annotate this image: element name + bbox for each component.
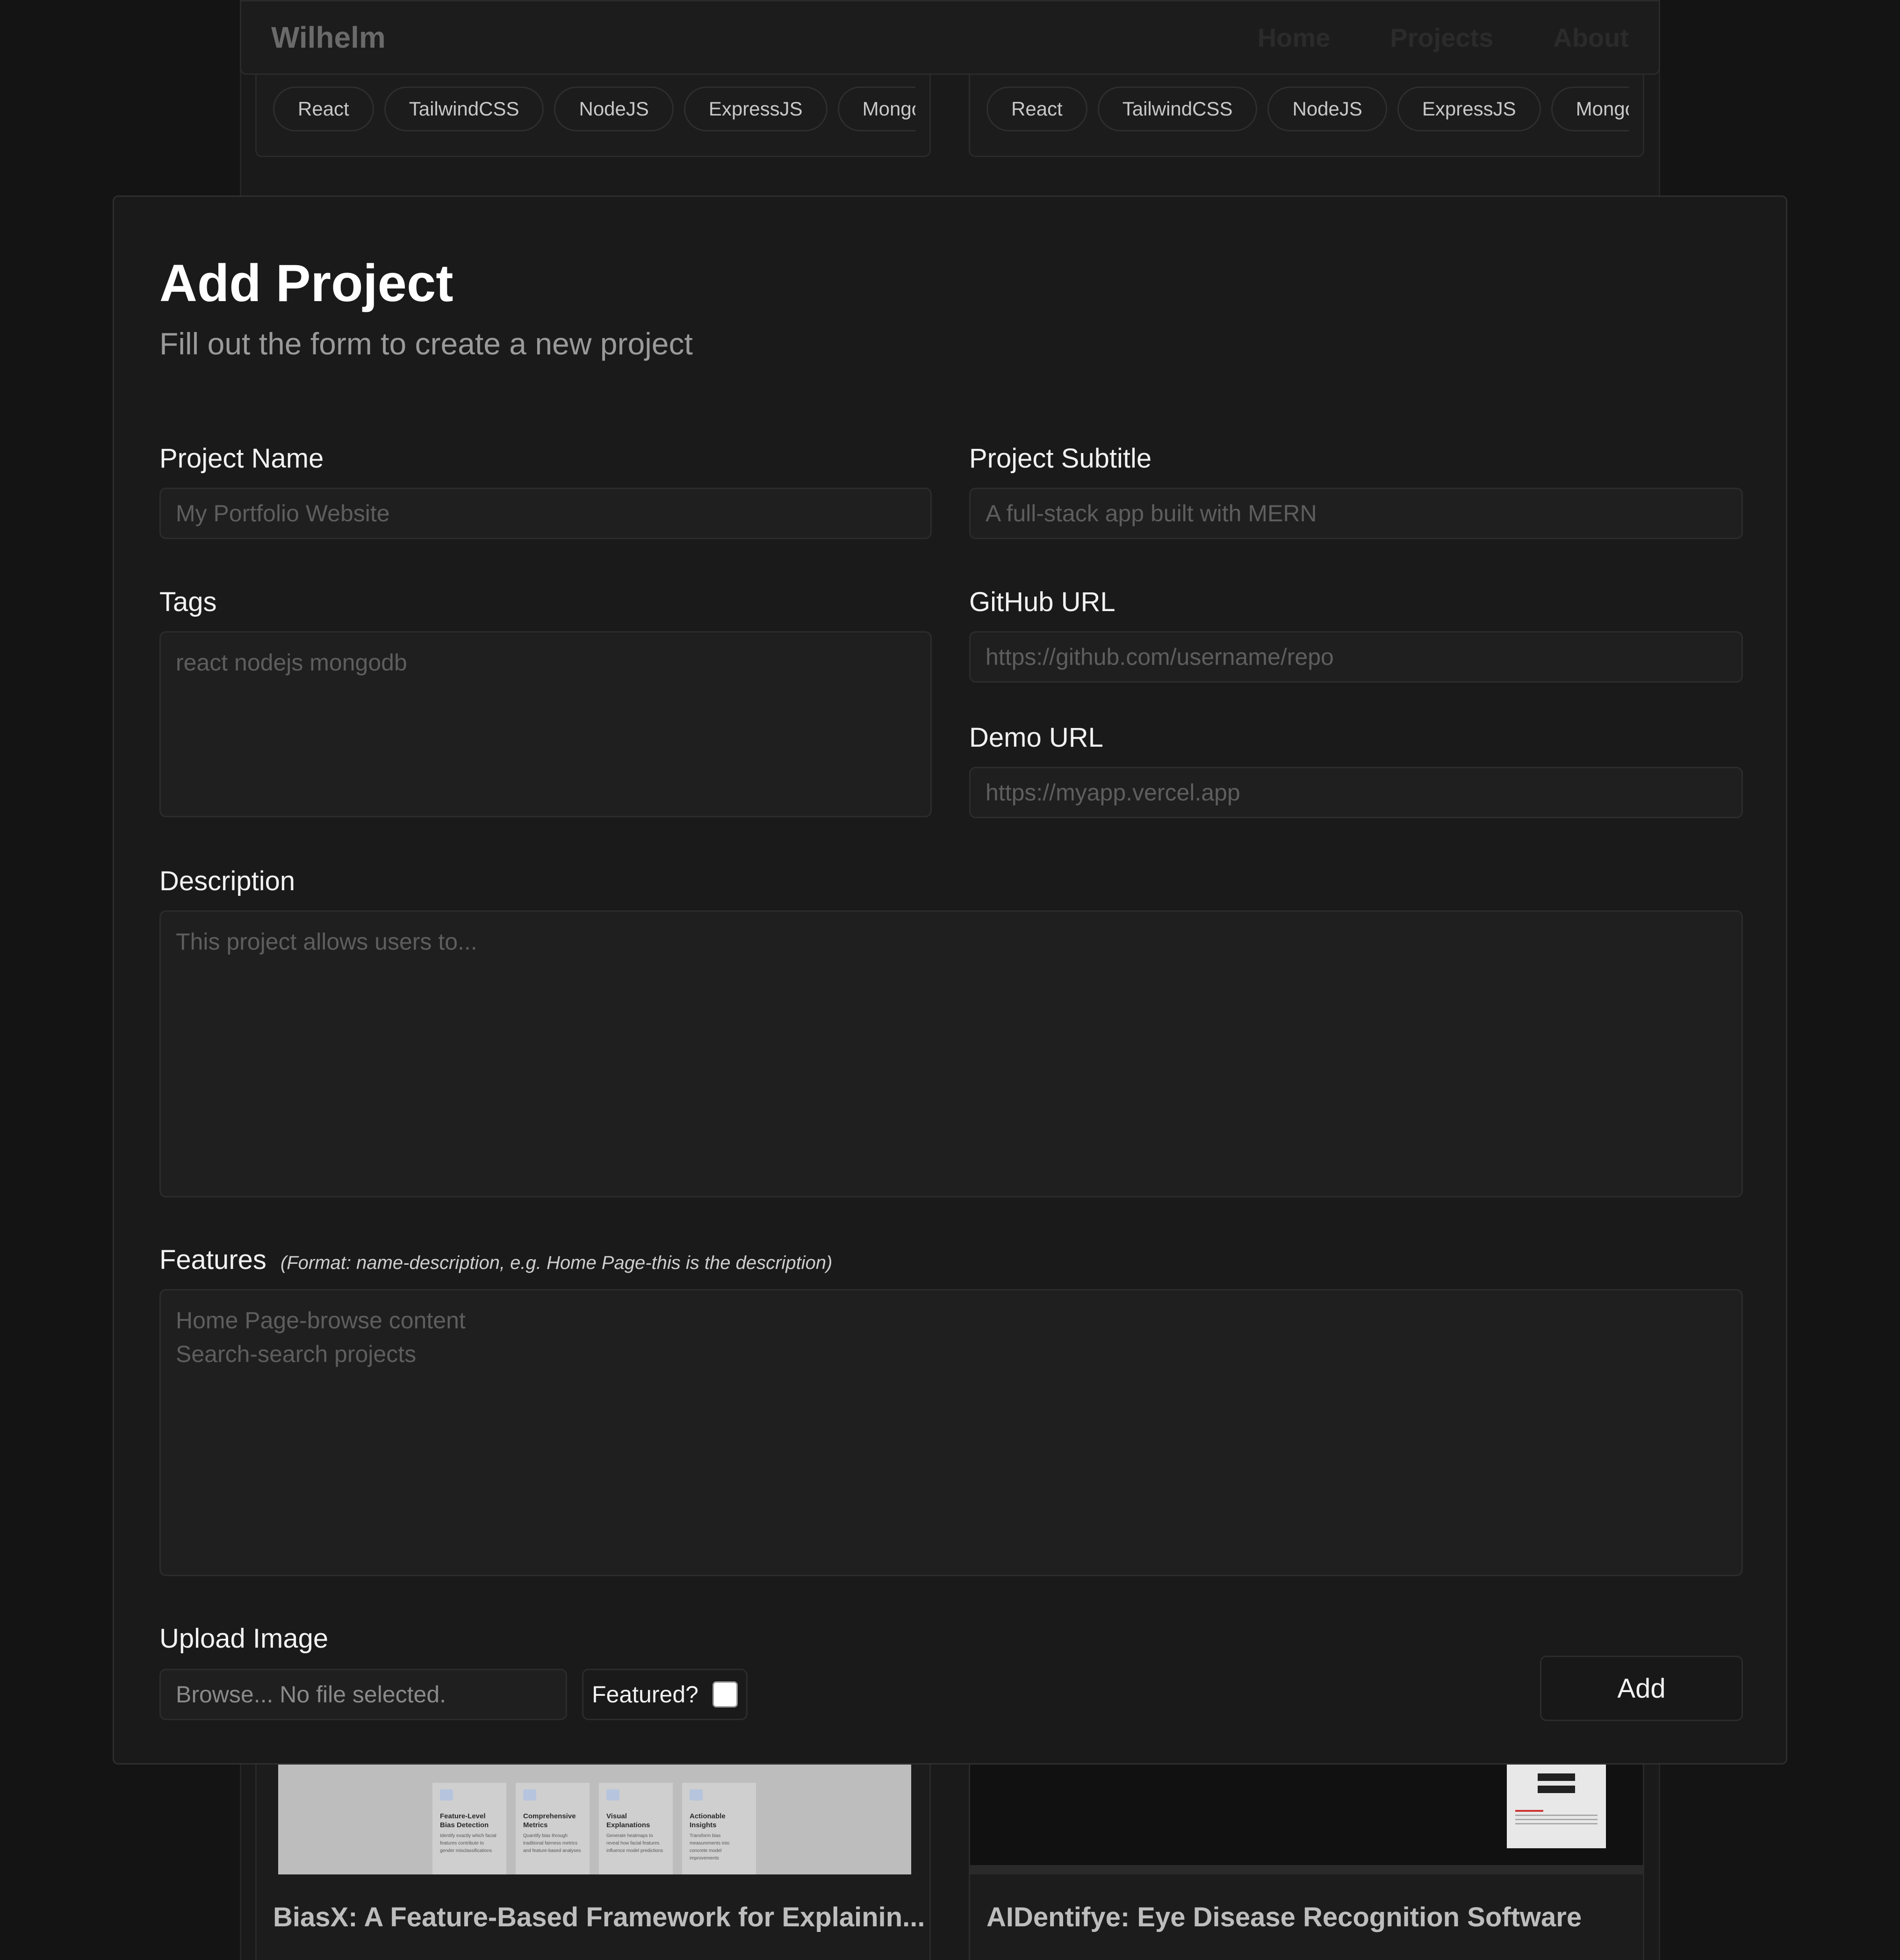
- description-label: Description: [159, 866, 295, 896]
- navbar: Wilhelm Home Projects About: [240, 0, 1660, 75]
- chart-icon: [523, 1789, 536, 1801]
- modal-title: Add Project: [159, 254, 453, 312]
- tag: NodeJS: [554, 86, 674, 131]
- features-format-hint: (Format: name-description, e.g. Home Pag…: [280, 1253, 833, 1273]
- nav-link-home[interactable]: Home: [1258, 22, 1331, 53]
- upload-image-label: Upload Image: [159, 1623, 329, 1654]
- thumbnail-feature: Comprehensive Metrics Quantify bias thro…: [516, 1783, 590, 1874]
- file-upload-input[interactable]: Browse... No file selected.: [159, 1669, 567, 1720]
- tag: TailwindCSS: [384, 86, 544, 131]
- demo-url-label: Demo URL: [969, 722, 1103, 753]
- thumbnail-feature: Actionable Insights Transform bias measu…: [682, 1783, 756, 1874]
- thumbnail-feature: Feature-Level Bias Detection Identify ex…: [432, 1783, 506, 1874]
- tag: NodeJS: [1267, 86, 1387, 131]
- project-subtitle-label: Project Subtitle: [969, 443, 1152, 474]
- features-label: Features: [159, 1245, 266, 1275]
- description-textarea[interactable]: This project allows users to...: [159, 910, 1743, 1197]
- nav-link-about[interactable]: About: [1553, 22, 1629, 53]
- tags-textarea[interactable]: react nodejs mongodb: [159, 631, 932, 817]
- tag-list: React TailwindCSS NodeJS ExpressJS Mongo…: [273, 86, 915, 131]
- demo-url-input[interactable]: https://myapp.vercel.app: [969, 767, 1743, 818]
- featured-label: Featured?: [592, 1681, 698, 1708]
- features-label-row: Features (Format: name-description, e.g.…: [159, 1244, 832, 1275]
- tags-label: Tags: [159, 587, 217, 617]
- project-card: React TailwindCSS NodeJS ExpressJS Mongo…: [255, 65, 931, 157]
- brand-logo-text[interactable]: Wilhelm: [271, 20, 386, 55]
- tag: React: [986, 86, 1087, 131]
- tag: ExpressJS: [1397, 86, 1541, 131]
- tag: TailwindCSS: [1097, 86, 1258, 131]
- featured-toggle[interactable]: Featured?: [582, 1669, 748, 1720]
- add-project-modal: Add Project Fill out the form to create …: [113, 195, 1787, 1765]
- nav-link-projects[interactable]: Projects: [1390, 22, 1493, 53]
- github-url-label: GitHub URL: [969, 587, 1116, 617]
- project-card-title[interactable]: BiasX: A Feature-Based Framework for Exp…: [273, 1902, 925, 1933]
- github-url-input[interactable]: https://github.com/username/repo: [969, 631, 1743, 683]
- project-name-input[interactable]: My Portfolio Website: [159, 488, 932, 539]
- tag: ExpressJS: [684, 86, 828, 131]
- project-name-label: Project Name: [159, 443, 324, 474]
- project-card-title[interactable]: AIDentifye: Eye Disease Recognition Soft…: [986, 1902, 1582, 1933]
- project-subtitle-input[interactable]: A full-stack app built with MERN: [969, 488, 1743, 539]
- tag-list: React TailwindCSS NodeJS ExpressJS Mongo…: [986, 86, 1629, 131]
- thumbnail-document: [1507, 1764, 1606, 1848]
- thumbnail-feature: Visual Explanations Generate heatmaps to…: [599, 1783, 673, 1874]
- thumbnail-divider: [970, 1865, 1643, 1874]
- search-icon: [440, 1789, 453, 1801]
- modal-subtitle: Fill out the form to create a new projec…: [159, 326, 693, 361]
- trend-icon: [690, 1789, 703, 1801]
- project-card: React TailwindCSS NodeJS ExpressJS Mongo…: [969, 65, 1644, 157]
- tag: MongoD: [1551, 86, 1629, 131]
- eye-icon: [606, 1789, 619, 1801]
- featured-checkbox[interactable]: [712, 1681, 738, 1708]
- add-button[interactable]: Add: [1540, 1656, 1743, 1721]
- features-textarea[interactable]: Home Page-browse content Search-search p…: [159, 1289, 1743, 1576]
- nav-links: Home Projects About: [1258, 22, 1629, 53]
- tag: React: [273, 86, 374, 131]
- tag: MongoD: [837, 86, 915, 131]
